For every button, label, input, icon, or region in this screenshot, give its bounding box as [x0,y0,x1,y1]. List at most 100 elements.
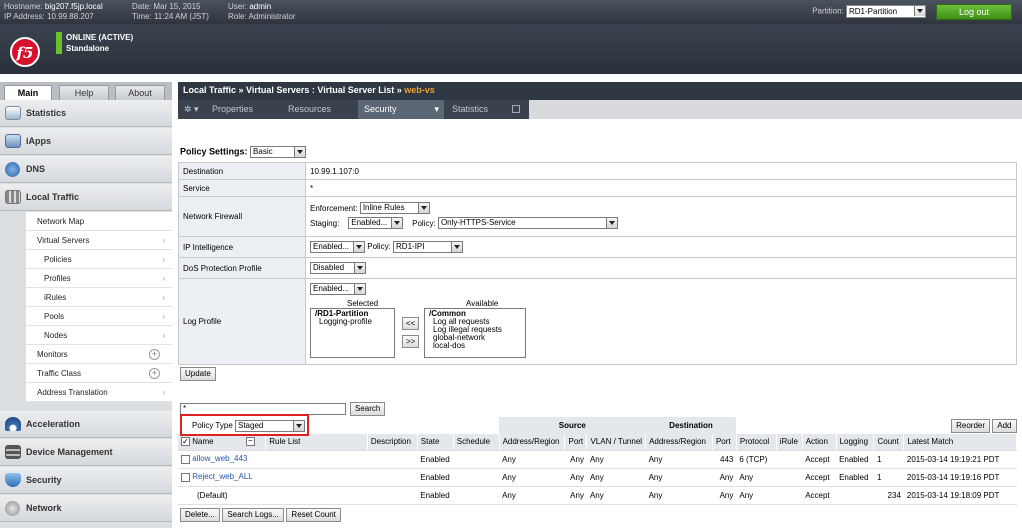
popout-icon [512,105,520,113]
selected-label: Selected [347,299,379,308]
reorder-button[interactable]: Reorder [951,418,991,433]
plus-icon[interactable]: + [149,368,160,379]
sidebar-item-pools[interactable]: Pools › [26,307,172,326]
firewall-policy-select[interactable]: Only-HTTPS-Service [437,217,618,230]
rule-link[interactable]: Reject_web_ALL [192,472,252,481]
rule-logging [836,486,874,505]
rule-protocol: 6 (TCP) [736,450,777,469]
col-logging[interactable]: Logging [836,434,875,451]
log-profile-label: Log Profile [178,278,306,365]
move-left-button[interactable]: << [402,317,420,330]
table-header-row: ✓ Name − Rule List Description State Sch… [178,434,1017,451]
rule-link[interactable]: allow_web_443 [192,454,247,463]
chevron-down-icon [451,242,463,252]
sidebar-item-policies[interactable]: Policies › [26,250,172,269]
gear-menu[interactable]: ✲ ▾ [178,100,206,119]
breadcrumb-current: web-vs [404,85,435,95]
sidebar-item-profiles[interactable]: Profiles › [26,269,172,288]
tab-properties[interactable]: Properties [206,100,282,119]
service-value: * [305,179,1017,197]
sidebar-item-address-translation[interactable]: Address Translation › [26,383,172,402]
network-globe-icon [5,501,20,516]
rule-action: Accept [802,486,837,505]
rule-dst-port: Any [712,468,737,487]
col-count[interactable]: Count [873,434,905,451]
col-dst-address[interactable]: Address/Region [645,434,713,451]
list-item[interactable]: Logging-profile [315,318,390,326]
sidebar-item-virtual-servers[interactable]: Virtual Servers › [26,231,172,250]
row-checkbox[interactable] [181,472,190,482]
available-profiles-list[interactable]: /Common Log all requests Log illegal req… [424,308,526,358]
nav-security[interactable]: Security [0,467,172,494]
nav-local-traffic[interactable]: Local Traffic [0,184,172,211]
col-latest-match[interactable]: Latest Match [903,434,1017,451]
sidebar-item-traffic-class[interactable]: Traffic Class + [26,364,172,383]
nav-iapps[interactable]: iApps [0,128,172,155]
rule-src-address: Any [499,468,565,487]
ip-intelligence-label: IP Intelligence [178,236,306,258]
col-protocol[interactable]: Protocol [736,434,777,451]
rule-protocol: Any [736,486,777,505]
search-button[interactable]: Search [350,402,386,416]
tab-main[interactable]: Main [4,85,52,100]
sidebar-item-monitors[interactable]: Monitors + [26,345,172,364]
shield-icon [5,473,21,487]
tab-help[interactable]: Help [59,85,109,100]
update-button[interactable]: Update [180,367,216,381]
source-group-header: Source [499,417,646,434]
col-description[interactable]: Description [367,434,418,451]
policy-settings-table: Destination 10.99.1.107:0 Service * Netw… [178,162,1017,365]
tab-security[interactable]: Security ▾ [358,100,444,119]
ip-intelligence-select[interactable]: Enabled... [310,241,365,253]
add-button[interactable]: Add [992,418,1017,433]
policy-settings-select[interactable]: Basic [250,146,307,158]
tab-statistics[interactable]: Statistics [446,100,528,119]
staging-select[interactable]: Enabled... [348,217,404,230]
partition-select[interactable]: RD1-Partition [846,5,926,18]
network-firewall-settings: Enforcement: Inline Rules Staging: Enabl… [305,196,1017,237]
enforcement-select[interactable]: Inline Rules [359,202,430,215]
nav-network[interactable]: Network [0,495,172,522]
nav-acceleration[interactable]: Acceleration [0,411,172,438]
col-state[interactable]: State [417,434,454,451]
sidebar-item-nodes[interactable]: Nodes › [26,326,172,345]
plus-icon[interactable]: + [149,349,160,360]
col-irule[interactable]: iRule [776,434,803,451]
chevron-down-icon [417,203,429,214]
col-src-port[interactable]: Port [564,434,588,451]
move-right-button[interactable]: >> [402,335,420,348]
col-name[interactable]: ✓ Name − [178,434,267,451]
col-schedule[interactable]: Schedule [453,434,500,451]
chevron-right-icon: › [162,255,165,264]
list-item[interactable]: local-dos [429,342,521,350]
delete-button[interactable]: Delete... [180,508,220,522]
nav-device-management[interactable]: Device Management [0,439,172,466]
selected-profiles-list[interactable]: /RD1-Partition Logging-profile [310,308,395,358]
logout-button[interactable]: Log out [936,4,1012,20]
select-all-checkbox[interactable]: ✓ [181,437,190,447]
search-logs-button[interactable]: Search Logs... [222,508,284,522]
tab-about[interactable]: About [115,85,165,100]
destination-value: 10.99.1.107:0 [305,162,1017,180]
nav-statistics[interactable]: Statistics [0,100,172,127]
server-icon [5,445,21,459]
ip-intelligence-policy-select[interactable]: RD1-IPI [393,241,464,253]
rule-vlan: Any [586,486,646,505]
row-checkbox[interactable] [181,454,190,464]
chevron-down-icon [354,284,365,294]
collapse-icon[interactable]: − [245,437,255,447]
dos-profile-select[interactable]: Disabled [310,262,366,274]
log-profile-select[interactable]: Enabled... [310,283,366,295]
tab-resources[interactable]: Resources [282,100,358,119]
reset-count-button[interactable]: Reset Count [286,508,341,522]
nav-dns[interactable]: DNS [0,156,172,183]
col-dst-port[interactable]: Port [712,434,737,451]
col-vlan[interactable]: VLAN / Tunnel [586,434,647,451]
col-src-address[interactable]: Address/Region [499,434,566,451]
chevron-down-icon: ▾ [434,104,439,114]
col-rule-list[interactable]: Rule List [265,434,368,451]
col-action[interactable]: Action [802,434,837,451]
available-label: Available [466,299,499,308]
sidebar-item-irules[interactable]: iRules › [26,288,172,307]
sidebar-item-network-map[interactable]: Network Map [26,212,172,231]
